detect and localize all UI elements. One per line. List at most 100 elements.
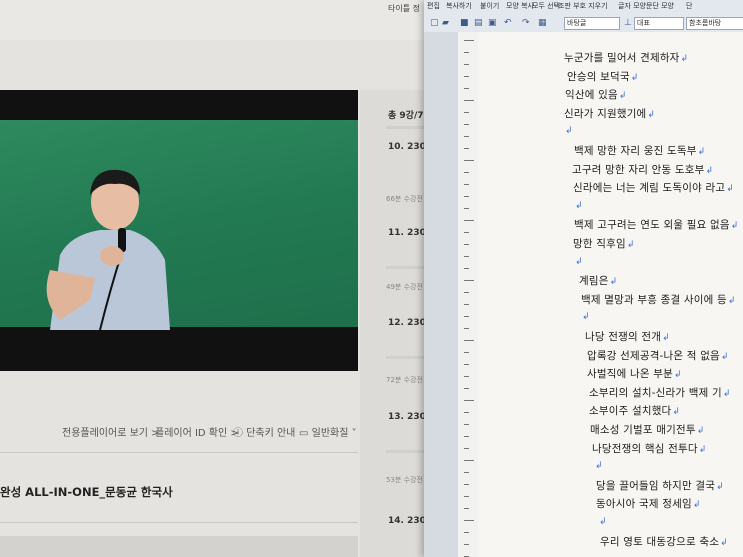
new-doc-icon[interactable]: ▢ [430, 18, 439, 28]
ruler-tick [464, 232, 469, 233]
document-line-text: 신라에는 너는 계림 도독이야 라고 [573, 182, 726, 195]
ruler-tick [464, 160, 474, 161]
document-line-text: 고구려 망한 자리 안동 도호부 [572, 163, 705, 176]
ruler-tick [464, 148, 469, 149]
clear-marks-button[interactable]: 조판 부호 지우기 [558, 1, 608, 11]
ruler-tick [464, 472, 469, 473]
document-line-text: 계림은 [579, 275, 609, 288]
ruler-tick [464, 136, 469, 137]
ruler-tick [464, 220, 474, 221]
document-line-text: 압록강 선제공격-나온 적 없음 [587, 349, 720, 362]
paragraph-mark-icon: ↲ [720, 537, 728, 548]
edit-menu[interactable]: 편집 [427, 1, 440, 11]
playlist-header: 총 9강/7. [388, 111, 427, 121]
font-lang-select[interactable]: 대표 [634, 17, 684, 30]
undo-icon[interactable]: ↶ [504, 18, 512, 28]
document-line: 동아시아 국제 정세임↲ [596, 496, 701, 511]
quality-label: 일반화질 ˅ [311, 428, 357, 439]
ruler-tick [464, 112, 469, 113]
paragraph-mark-icon: ↲ [618, 91, 627, 102]
info-icon: ⓘ [233, 428, 243, 439]
print-icon[interactable]: ▤ [474, 18, 483, 28]
divider [0, 452, 358, 453]
ruler-tick [464, 436, 469, 437]
document-line-text: 우리 영토 대동강으로 축소 [600, 535, 720, 548]
ruler-tick [464, 196, 469, 197]
top-menu-link[interactable]: 타이틀 정 [388, 3, 420, 14]
document-line-text: 매소성 기벌포 매기전투 [590, 424, 696, 436]
document-line-text: 누군가를 밀어서 견제하자 [564, 52, 680, 64]
document-line-text: 백제 멸망과 부흥 종결 사이에 등 [581, 293, 727, 306]
ruler-tick [464, 64, 469, 65]
ruler-tick [464, 52, 469, 53]
style-select[interactable]: 바탕글 [564, 17, 620, 30]
document-line-text: 백제 고구려는 연도 외울 필요 없음 [574, 219, 730, 232]
paragraph-mark-icon: ↲ [730, 221, 739, 232]
language-icon: ⊥ [624, 18, 632, 28]
ruler-tick [464, 76, 469, 77]
lecture-page: 타이틀 정 전용플레이어로 보기 > 플레이어 ID 확인 > ⓘ 단축키 안내… [0, 0, 430, 557]
quality-dropdown[interactable]: ▭ 일반화질 ˅ [299, 424, 357, 439]
playlist-item-meta: 53분 수강전 [386, 476, 423, 484]
shortcut-guide-button[interactable]: ⓘ 단축키 안내 [233, 424, 295, 439]
open-folder-icon[interactable]: ▰ [442, 18, 449, 28]
ruler-tick [464, 340, 474, 341]
para-format-button[interactable]: 문단 모양 [646, 1, 674, 11]
ruler-tick [464, 532, 469, 533]
paragraph-mark-icon: ↲ [705, 165, 714, 176]
ruler-tick [464, 460, 474, 461]
ruler-tick [464, 304, 469, 305]
document-line: ↲ [581, 310, 590, 322]
video-player[interactable] [0, 90, 358, 371]
document-line: ↲ [574, 255, 583, 267]
toolbar-ribbon: 편집 복사하기 붙이기 모양 복사 모두 선택 조판 부호 지우기 글자 모양 … [424, 0, 743, 33]
document-line: 계림은↲ [579, 273, 617, 288]
document-line-text: 신라가 지원했기에 [564, 107, 647, 120]
playlist-item-meta: 72분 수강전 [386, 376, 423, 384]
char-format-button[interactable]: 글자 모양 [618, 1, 646, 11]
document-line: 백제 망한 자리 웅진 도독부↲ [574, 143, 705, 158]
ruler-tick [464, 352, 469, 353]
document-line: 소부리의 설치-신라가 백제 기↲ [589, 385, 731, 400]
ruler-tick [464, 328, 469, 329]
column-button[interactable]: 단 [686, 1, 692, 11]
playlist-item-meta: 66분 수강전 [386, 195, 423, 203]
ruler-tick [464, 268, 469, 269]
paragraph-mark-icon: ↲ [673, 370, 682, 381]
paragraph-mark-icon: ↲ [575, 200, 583, 211]
redo-icon[interactable]: ↷ [522, 18, 530, 28]
document-line-text: 나당전쟁의 핵심 전투다 [592, 442, 698, 455]
dedicated-player-link[interactable]: 전용플레이어로 보기 > [62, 424, 160, 439]
save-icon[interactable]: ■ [460, 18, 469, 28]
bottom-panel [0, 536, 358, 557]
font-select[interactable]: 함초롬바탕 [686, 17, 743, 30]
document-line-text: 동아시아 국제 정세임 [596, 498, 692, 511]
document-line: ↲ [574, 199, 583, 211]
document-line-text: 사벌직에 나온 부분 [587, 368, 673, 381]
document-line: ↲ [564, 124, 573, 136]
preview-icon[interactable]: ▣ [488, 18, 497, 28]
side-panel [424, 32, 458, 557]
document-line: 안승의 보덕국↲ [567, 69, 638, 84]
ruler-tick [464, 256, 469, 257]
document-line-text: 백제 망한 자리 웅진 도독부 [574, 145, 697, 157]
document-line: 나당 전쟁의 전개↲ [585, 329, 670, 344]
document-line-text: 나당 전쟁의 전개 [585, 331, 662, 343]
shortcut-label: 단축키 안내 [246, 428, 296, 439]
ruler-tick [464, 496, 469, 497]
copy-button[interactable]: 복사하기 [446, 1, 472, 11]
ruler-tick [464, 172, 469, 173]
select-all-button[interactable]: 모두 선택 [532, 1, 560, 11]
paste-button[interactable]: 붙이기 [480, 1, 499, 11]
paragraph-mark-icon: ↲ [727, 295, 736, 306]
document-line: ↲ [594, 459, 603, 471]
ruler-tick [464, 124, 469, 125]
format-copy-button[interactable]: 모양 복사 [506, 1, 534, 11]
ruler-tick [464, 244, 469, 245]
playlist-item-meta: 49분 수강전 [386, 283, 423, 291]
paragraph-mark-icon: ↲ [599, 517, 607, 527]
document-line-text: 당을 끌어들임 하지만 결국 [596, 479, 716, 492]
ruler-tick [464, 508, 469, 509]
player-id-link[interactable]: 플레이어 ID 확인 > [155, 424, 239, 439]
ruler-tick [464, 544, 469, 545]
